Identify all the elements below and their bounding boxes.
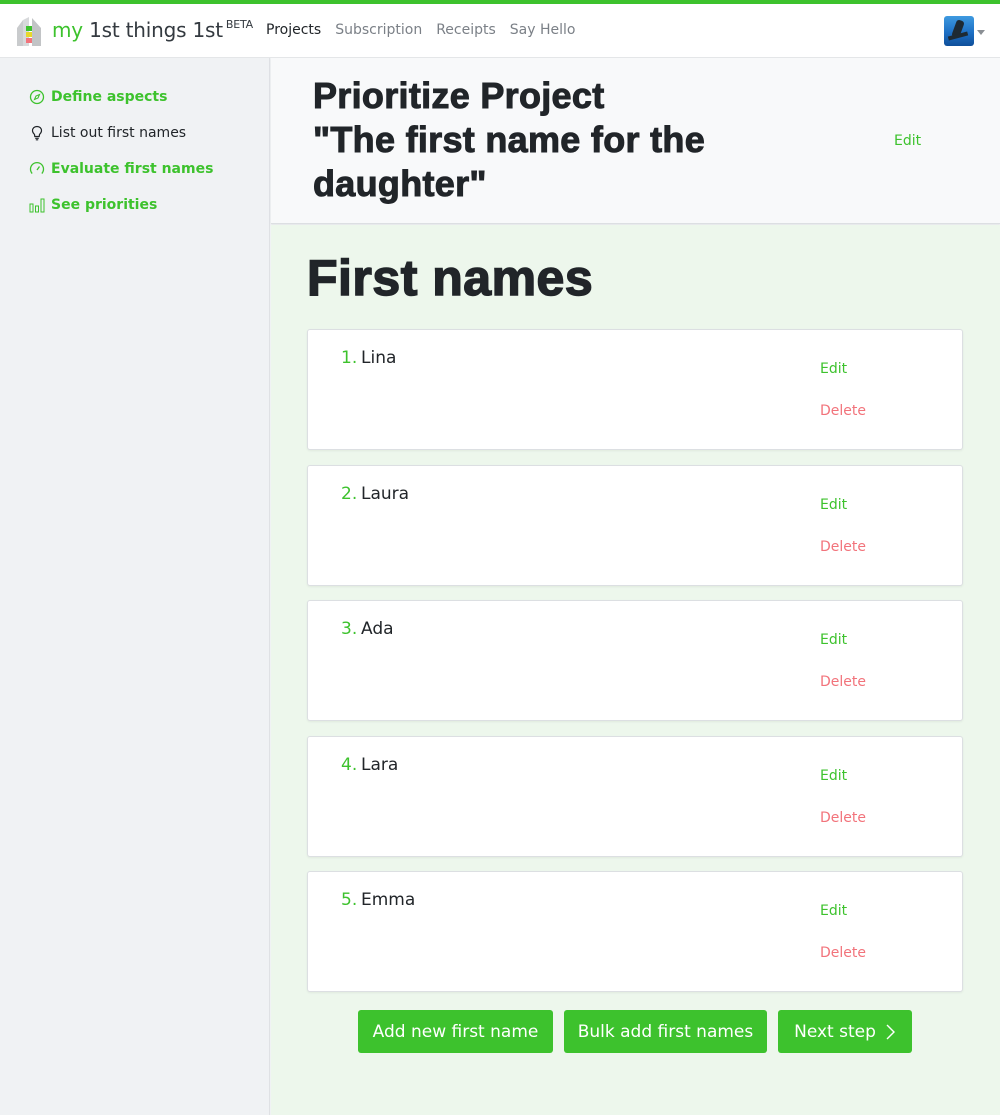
item-name: Emma bbox=[361, 890, 416, 910]
edit-item-link[interactable]: Edit bbox=[820, 497, 847, 513]
add-new-first-name-button[interactable]: Add new first name bbox=[358, 1010, 553, 1053]
delete-item-link[interactable]: Delete bbox=[820, 539, 866, 555]
sidebar-item-see-priorities[interactable]: See priorities bbox=[29, 197, 157, 213]
sidebar-item-label: See priorities bbox=[51, 197, 158, 213]
button-label: Add new first name bbox=[372, 1021, 539, 1042]
edit-item-link[interactable]: Edit bbox=[820, 768, 847, 784]
main-content: First names 1. Lina Edit Delete 2. Laura… bbox=[271, 225, 1000, 1115]
project-title: Prioritize Project "The first name for t… bbox=[312, 74, 833, 206]
project-header: Prioritize Project "The first name for t… bbox=[271, 58, 1000, 224]
brand-prefix: my bbox=[52, 18, 83, 42]
list-item: 2. Laura Edit Delete bbox=[307, 465, 963, 586]
item-name: Lina bbox=[361, 348, 397, 368]
caret-down-icon[interactable] bbox=[977, 30, 985, 35]
item-name: Ada bbox=[361, 619, 394, 639]
edit-item-link[interactable]: Edit bbox=[820, 632, 847, 648]
edit-item-link[interactable]: Edit bbox=[820, 361, 847, 377]
sidebar-item-list-first-names[interactable]: List out first names bbox=[29, 125, 186, 141]
sidebar-item-label: Evaluate first names bbox=[51, 161, 214, 177]
item-name: Laura bbox=[361, 484, 410, 504]
lightbulb-icon bbox=[31, 125, 43, 141]
bar-chart-icon bbox=[29, 198, 45, 213]
bulk-add-first-names-button[interactable]: Bulk add first names bbox=[564, 1010, 767, 1053]
list-item: 5. Emma Edit Delete bbox=[307, 871, 963, 992]
delete-item-link[interactable]: Delete bbox=[820, 403, 866, 419]
list-item: 3. Ada Edit Delete bbox=[307, 600, 963, 721]
delete-item-link[interactable]: Delete bbox=[820, 945, 866, 961]
beta-badge: BETA bbox=[225, 18, 253, 31]
user-avatar[interactable] bbox=[944, 16, 974, 46]
logo-house-icon[interactable] bbox=[15, 16, 43, 48]
nav-link-subscription[interactable]: Subscription bbox=[335, 22, 422, 38]
next-step-button[interactable]: Next step bbox=[778, 1010, 912, 1053]
item-number: 5. bbox=[341, 890, 358, 910]
button-label: Bulk add first names bbox=[577, 1021, 754, 1042]
item-name: Lara bbox=[361, 755, 399, 775]
edit-item-link[interactable]: Edit bbox=[820, 903, 847, 919]
delete-item-link[interactable]: Delete bbox=[820, 674, 866, 690]
sidebar-item-evaluate-first-names[interactable]: Evaluate first names bbox=[29, 161, 213, 177]
nav-links: Projects Subscription Receipts Say Hello bbox=[266, 22, 575, 38]
compass-icon bbox=[29, 89, 45, 105]
sidebar-item-label: List out first names bbox=[51, 125, 187, 141]
item-number: 3. bbox=[341, 619, 358, 639]
sidebar-item-define-aspects[interactable]: Define aspects bbox=[29, 89, 167, 105]
item-number: 4. bbox=[341, 755, 358, 775]
project-title-line1: Prioritize Project bbox=[312, 75, 605, 117]
item-number: 2. bbox=[341, 484, 358, 504]
item-number: 1. bbox=[341, 348, 358, 368]
brand-name[interactable]: my 1st things 1st BETA bbox=[52, 18, 253, 42]
gauge-icon bbox=[29, 162, 45, 174]
sidebar-item-label: Define aspects bbox=[51, 89, 168, 105]
delete-item-link[interactable]: Delete bbox=[820, 810, 866, 826]
edit-project-link[interactable]: Edit bbox=[894, 133, 921, 149]
nav-link-say-hello[interactable]: Say Hello bbox=[510, 22, 576, 38]
section-title: First names bbox=[306, 249, 594, 307]
list-item: 1. Lina Edit Delete bbox=[307, 329, 963, 450]
top-navbar: my 1st things 1st BETA Projects Subscript… bbox=[0, 4, 1000, 58]
nav-link-projects[interactable]: Projects bbox=[266, 22, 321, 38]
chevron-right-icon bbox=[886, 1024, 895, 1039]
nav-link-receipts[interactable]: Receipts bbox=[436, 22, 496, 38]
button-label: Next step bbox=[794, 1021, 876, 1042]
project-title-line2: "The first name for the daughter" bbox=[312, 119, 706, 205]
list-item: 4. Lara Edit Delete bbox=[307, 736, 963, 857]
brand-title: 1st things 1st bbox=[89, 18, 223, 42]
sidebar: Define aspects List out first names Eval… bbox=[0, 58, 270, 1115]
